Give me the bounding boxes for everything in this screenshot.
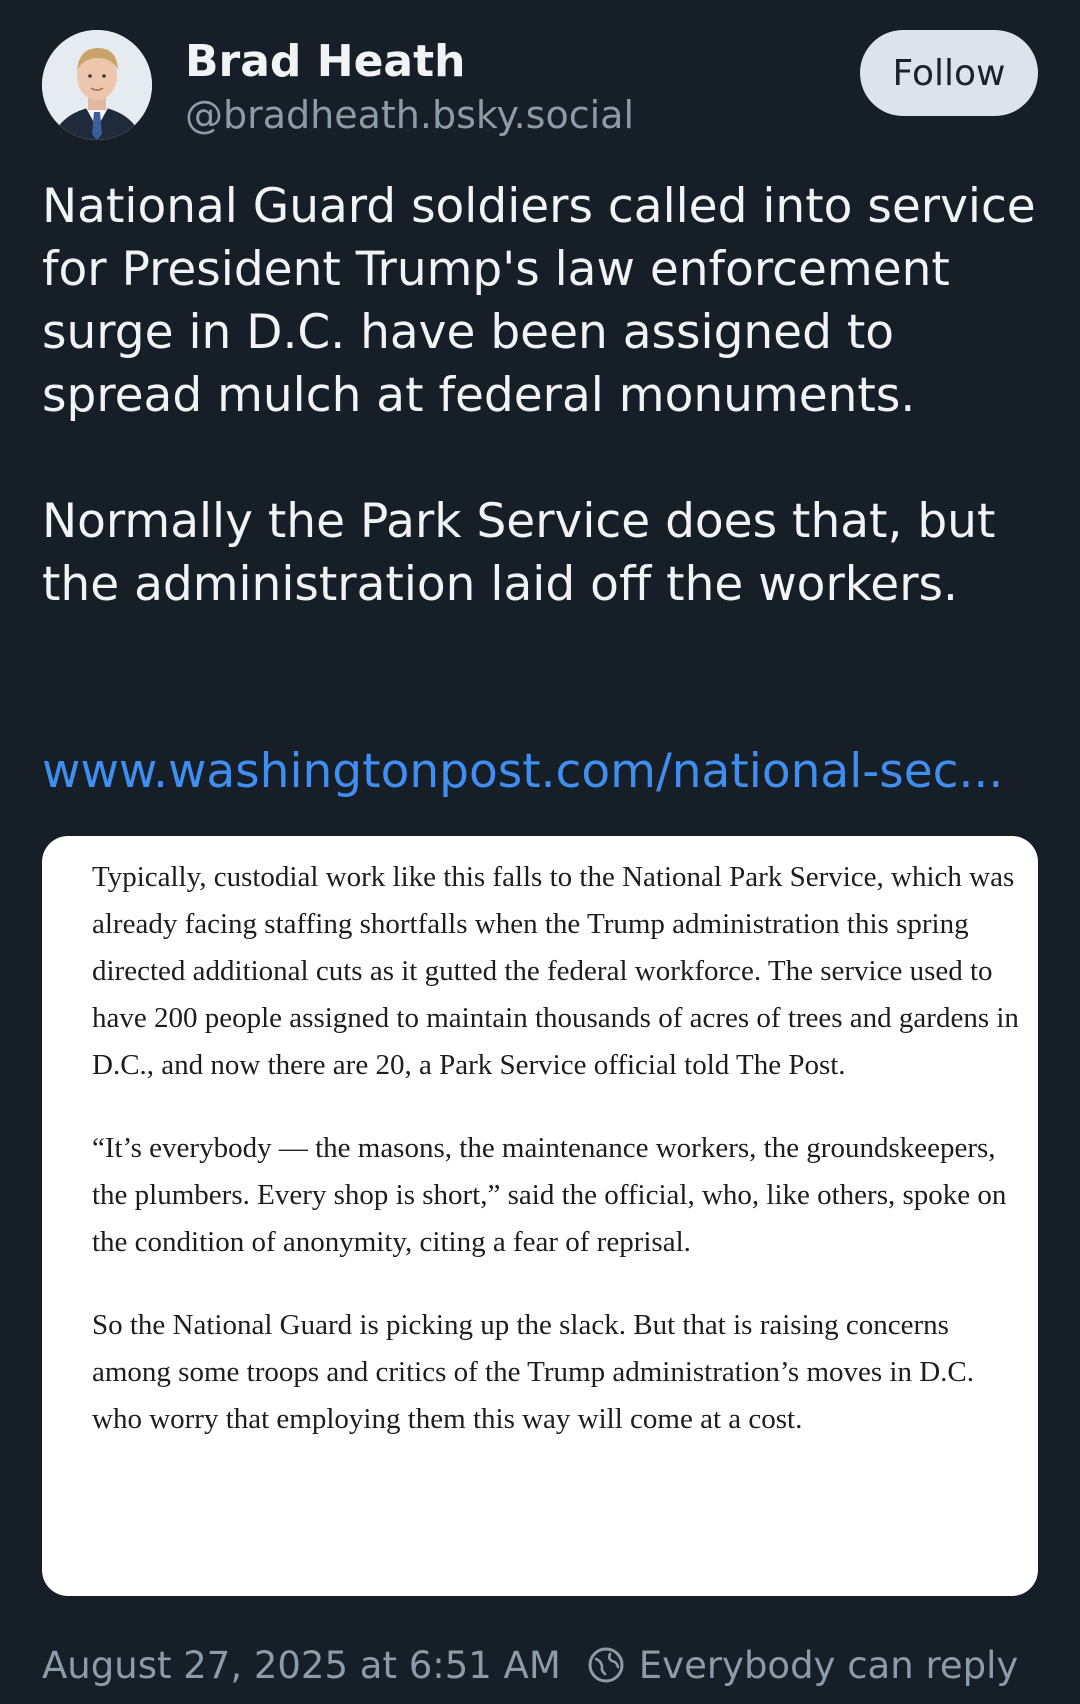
article-paragraph: Typically, custodial work like this fall… [92,861,1019,1081]
post-text: National Guard soldiers called into serv… [42,175,1042,616]
article-link[interactable]: www.washingtonpost.com/national-sec... [42,742,1003,802]
author-name[interactable]: Brad Heath [185,34,465,90]
globe-icon [588,1647,624,1683]
avatar-image [42,30,152,140]
post: Brad Heath @bradheath.bsky.social Follow… [0,0,1080,1704]
avatar[interactable] [42,30,152,140]
reply-setting[interactable]: Everybody can reply [587,1644,1018,1687]
follow-button[interactable]: Follow [860,30,1038,116]
post-paragraph: Normally the Park Service does that, but… [42,494,996,612]
embedded-article-image[interactable]: Typically, custodial work like this fall… [42,836,1038,1596]
article-paragraph: “It’s everybody — the masons, the mainte… [92,1132,1007,1258]
post-footer: August 27, 2025 at 6:51 AM Everybody can… [42,1640,1018,1690]
author-handle[interactable]: @bradheath.bsky.social [185,90,634,140]
article-paragraph: So the National Guard is picking up the … [92,1309,975,1435]
post-paragraph: National Guard soldiers called into serv… [42,179,1036,423]
reply-setting-label: Everybody can reply [638,1643,1019,1687]
post-timestamp[interactable]: August 27, 2025 at 6:51 AM [42,1644,561,1687]
